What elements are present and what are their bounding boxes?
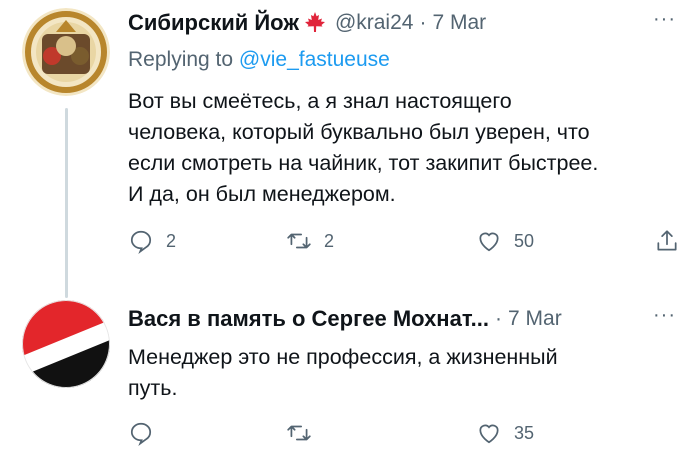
share-button[interactable] [654, 228, 680, 254]
reply-icon [130, 422, 152, 446]
like-count: 50 [514, 230, 535, 251]
retweet-button[interactable] [286, 420, 312, 446]
heart-icon [479, 424, 499, 444]
tweet-text: Менеджер это не профессия, а жизненный п… [128, 345, 558, 400]
more-options-button[interactable]: ··· [653, 304, 676, 327]
tweet-date[interactable]: 7 Mar [508, 307, 562, 331]
tweet-date[interactable]: 7 Mar [432, 11, 486, 35]
replying-handle-link[interactable]: @vie_fastueuse [239, 48, 390, 71]
heart-icon [479, 232, 499, 252]
like-count: 35 [514, 422, 535, 443]
share-icon [657, 230, 677, 251]
retweet-icon [287, 233, 311, 249]
tweet[interactable]: Вася в память о Сергее Мохнат... · 7 Mar… [0, 290, 700, 466]
author-handle[interactable]: @krai24 [335, 11, 414, 35]
meta-separator: · [495, 307, 503, 330]
replying-prefix: Replying to [128, 48, 234, 71]
retweet-button[interactable]: 2 [286, 228, 334, 254]
retweet-count: 2 [324, 230, 335, 251]
tweet-actions: 2 2 50 [128, 228, 688, 264]
retweet-icon [287, 425, 311, 441]
tweet-actions: 35 [128, 420, 688, 456]
tweet[interactable]: Сибирский Йож @krai24 · 7 Mar ··· Replyi… [0, 0, 700, 290]
meta-separator: · [419, 11, 427, 34]
reply-icon [130, 230, 152, 254]
tweet-text: Вот вы смеётесь, а я знал настоящего чел… [128, 89, 599, 206]
reply-button[interactable]: 2 [128, 228, 176, 254]
avatar[interactable] [22, 8, 110, 96]
like-button[interactable]: 35 [476, 420, 534, 446]
replying-to: Replying to @vie_fastueuse [128, 48, 390, 72]
tweet-header: Вася в память о Сергее Мохнат... · 7 Mar [128, 306, 562, 332]
author-name[interactable]: Вася в память о Сергее Мохнат... [128, 306, 489, 332]
maple-leaf-icon [303, 11, 327, 35]
reply-button[interactable] [128, 420, 154, 446]
more-options-button[interactable]: ··· [653, 8, 676, 31]
reply-count: 2 [166, 230, 177, 251]
avatar[interactable] [22, 300, 110, 388]
like-button[interactable]: 50 [476, 228, 534, 254]
author-name[interactable]: Сибирский Йож [128, 10, 299, 36]
tweet-header: Сибирский Йож @krai24 · 7 Mar [128, 10, 486, 36]
